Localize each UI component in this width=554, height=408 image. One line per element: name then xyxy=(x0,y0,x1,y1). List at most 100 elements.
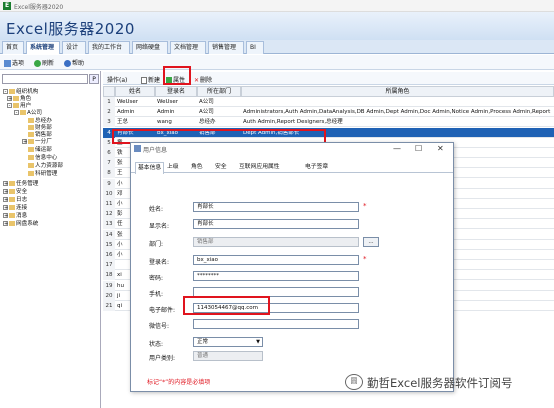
menu-tab-system-admin[interactable]: 系统管理 xyxy=(26,41,60,54)
netdisk-icon xyxy=(9,221,15,226)
label-display: 显示名: xyxy=(149,223,170,230)
status-select[interactable]: 正常 ▼ xyxy=(193,337,263,347)
col-header-name[interactable]: 姓名 xyxy=(115,86,155,97)
dept-input: 销售部 xyxy=(193,237,359,247)
dept-browse-button[interactable]: ... xyxy=(363,237,379,247)
tree-node-connection[interactable]: + 连接 xyxy=(3,205,27,212)
tab-internet-props[interactable]: 互联网应用属性 xyxy=(237,162,282,173)
maximize-button[interactable]: ☐ xyxy=(415,144,422,153)
row-number: 20 xyxy=(103,290,115,301)
new-doc-icon xyxy=(141,77,147,84)
cell-login: WeUser xyxy=(157,99,179,105)
tree-node-user[interactable]: - 用户 xyxy=(7,103,31,110)
tree-search-input[interactable] xyxy=(2,74,88,84)
window-titlebar: E Excel服务器2020 xyxy=(0,0,554,12)
label-name: 姓名: xyxy=(149,206,164,213)
tree-search-button[interactable]: P xyxy=(89,74,99,84)
name-input[interactable]: 肖部长 xyxy=(193,202,359,212)
menu-tab-design[interactable]: 设计 xyxy=(62,41,86,54)
label-email: 电子邮件: xyxy=(149,307,176,314)
label-dept: 部门: xyxy=(149,241,164,248)
log-icon xyxy=(9,197,15,202)
table-row[interactable]: 2 Admin Admin A公司 Administrators,Auth Admin,… xyxy=(103,107,554,118)
folder-icon xyxy=(28,163,34,168)
cell-dept: A公司 xyxy=(199,99,214,105)
delete-button[interactable]: ✕删除 xyxy=(194,75,212,84)
col-header-roles[interactable]: 所属角色 xyxy=(241,86,554,97)
tree-node-dept[interactable]: + 一分厂 xyxy=(22,139,52,146)
minimize-button[interactable]: — xyxy=(393,144,401,153)
help-button[interactable]: 帮助 xyxy=(64,58,84,67)
row-number: 17 xyxy=(103,260,115,271)
tree-node-org[interactable]: - 组织机构 xyxy=(3,89,38,96)
delete-x-icon: ✕ xyxy=(194,77,200,84)
folder-icon xyxy=(28,155,34,160)
menu-tab-home[interactable]: 首页 xyxy=(2,41,24,54)
menu-tab-netdisk[interactable]: 网络硬盘 xyxy=(132,41,168,54)
wechat-input[interactable] xyxy=(193,319,359,329)
cell-roles xyxy=(241,97,554,107)
tab-basic-info[interactable]: 基本信息 xyxy=(135,162,165,174)
expand-icon: + xyxy=(3,189,9,195)
menu-tab-workbench[interactable]: 我的工作台 xyxy=(88,41,130,54)
expand-icon: + xyxy=(3,181,9,187)
new-button[interactable]: 新建 xyxy=(141,75,160,84)
tree-node-netdisk[interactable]: + 网盘系统 xyxy=(3,221,38,228)
main-toolbar: 选项 刷新 帮助 xyxy=(0,55,554,70)
label-phone: 手机: xyxy=(149,291,164,298)
options-button[interactable]: 选项 xyxy=(4,58,24,67)
tab-e-signature[interactable]: 电子签章 xyxy=(303,162,330,173)
tree-node-dept[interactable]: 人力资源部 xyxy=(28,163,63,170)
refresh-button[interactable]: 刷新 xyxy=(34,58,54,67)
dialog-icon xyxy=(134,145,141,152)
tree-node-dept[interactable]: 总经办 xyxy=(28,118,52,125)
row-number: 21 xyxy=(103,301,115,311)
row-number: 16 xyxy=(103,250,115,260)
tab-security[interactable]: 安全 xyxy=(213,162,229,173)
tree-node-role[interactable]: + 角色 xyxy=(7,96,31,103)
tree-node-dept[interactable]: 信息中心 xyxy=(28,155,57,162)
tab-superior[interactable]: 上级 xyxy=(165,162,181,173)
tree-node-message[interactable]: + 消息 xyxy=(3,213,27,220)
cell-login: Admin xyxy=(157,109,175,116)
excel-app-icon: E xyxy=(3,2,11,10)
table-row[interactable]: 3 王总 wang 总经办 Auth Admin,Report Designers,总经… xyxy=(103,117,554,128)
menu-tab-sales[interactable]: 销售管理 xyxy=(208,41,244,54)
login-input[interactable]: bx_xiao xyxy=(193,255,359,265)
tab-role[interactable]: 角色 xyxy=(189,162,205,173)
cell-roles: Administrators,Auth Admin,DataAnalysis,D… xyxy=(243,109,551,116)
tree-node-dept[interactable]: 销售部 xyxy=(28,132,52,139)
org-icon xyxy=(9,89,15,94)
menu-tab-bi[interactable]: BI xyxy=(246,41,264,54)
tree-node-dept[interactable]: 财务部 xyxy=(28,125,52,132)
label-status: 状态: xyxy=(149,341,164,348)
row-number: 2 xyxy=(103,107,115,118)
cell-roles: Auth Admin,Report Designers,总经理 xyxy=(243,119,343,126)
close-button[interactable]: ✕ xyxy=(437,144,444,153)
help-icon xyxy=(64,60,71,67)
cell-login: wang xyxy=(157,119,172,126)
tree-node-company-a[interactable]: - A公司 xyxy=(14,110,42,117)
tree-node-log[interactable]: + 日志 xyxy=(3,197,27,204)
collapse-icon: - xyxy=(7,103,12,109)
table-row[interactable]: 1 WeUser WeUser A公司 xyxy=(103,97,554,107)
row-number: 7 xyxy=(103,158,115,169)
label-login: 登录名: xyxy=(149,259,170,266)
password-input[interactable]: ******** xyxy=(193,271,359,281)
tree-node-dept[interactable]: 储运部 xyxy=(28,147,52,154)
operation-menu[interactable]: 操作(a) xyxy=(107,75,127,84)
tree-node-dept[interactable]: 科研管理 xyxy=(28,171,57,178)
dialog-tabs: 基本信息 上级 角色 安全 互联网应用属性 电子签章 xyxy=(131,161,453,174)
tree-node-task[interactable]: + 任务管理 xyxy=(3,181,38,188)
tree-node-security[interactable]: + 安全 xyxy=(3,189,27,196)
display-name-input[interactable]: 肖部长 xyxy=(193,219,359,229)
row-number: 3 xyxy=(103,117,115,128)
row-number: 11 xyxy=(103,199,115,209)
col-header-login[interactable]: 登录名 xyxy=(155,86,197,97)
expand-icon: + xyxy=(3,197,9,203)
menu-tab-docs[interactable]: 文档管理 xyxy=(170,41,206,54)
expand-icon: + xyxy=(3,205,9,211)
col-header-dept[interactable]: 所在部门 xyxy=(197,86,241,97)
required-footnote: 标记“*”的内容是必填项 xyxy=(147,379,211,386)
required-mark: * xyxy=(363,202,367,210)
